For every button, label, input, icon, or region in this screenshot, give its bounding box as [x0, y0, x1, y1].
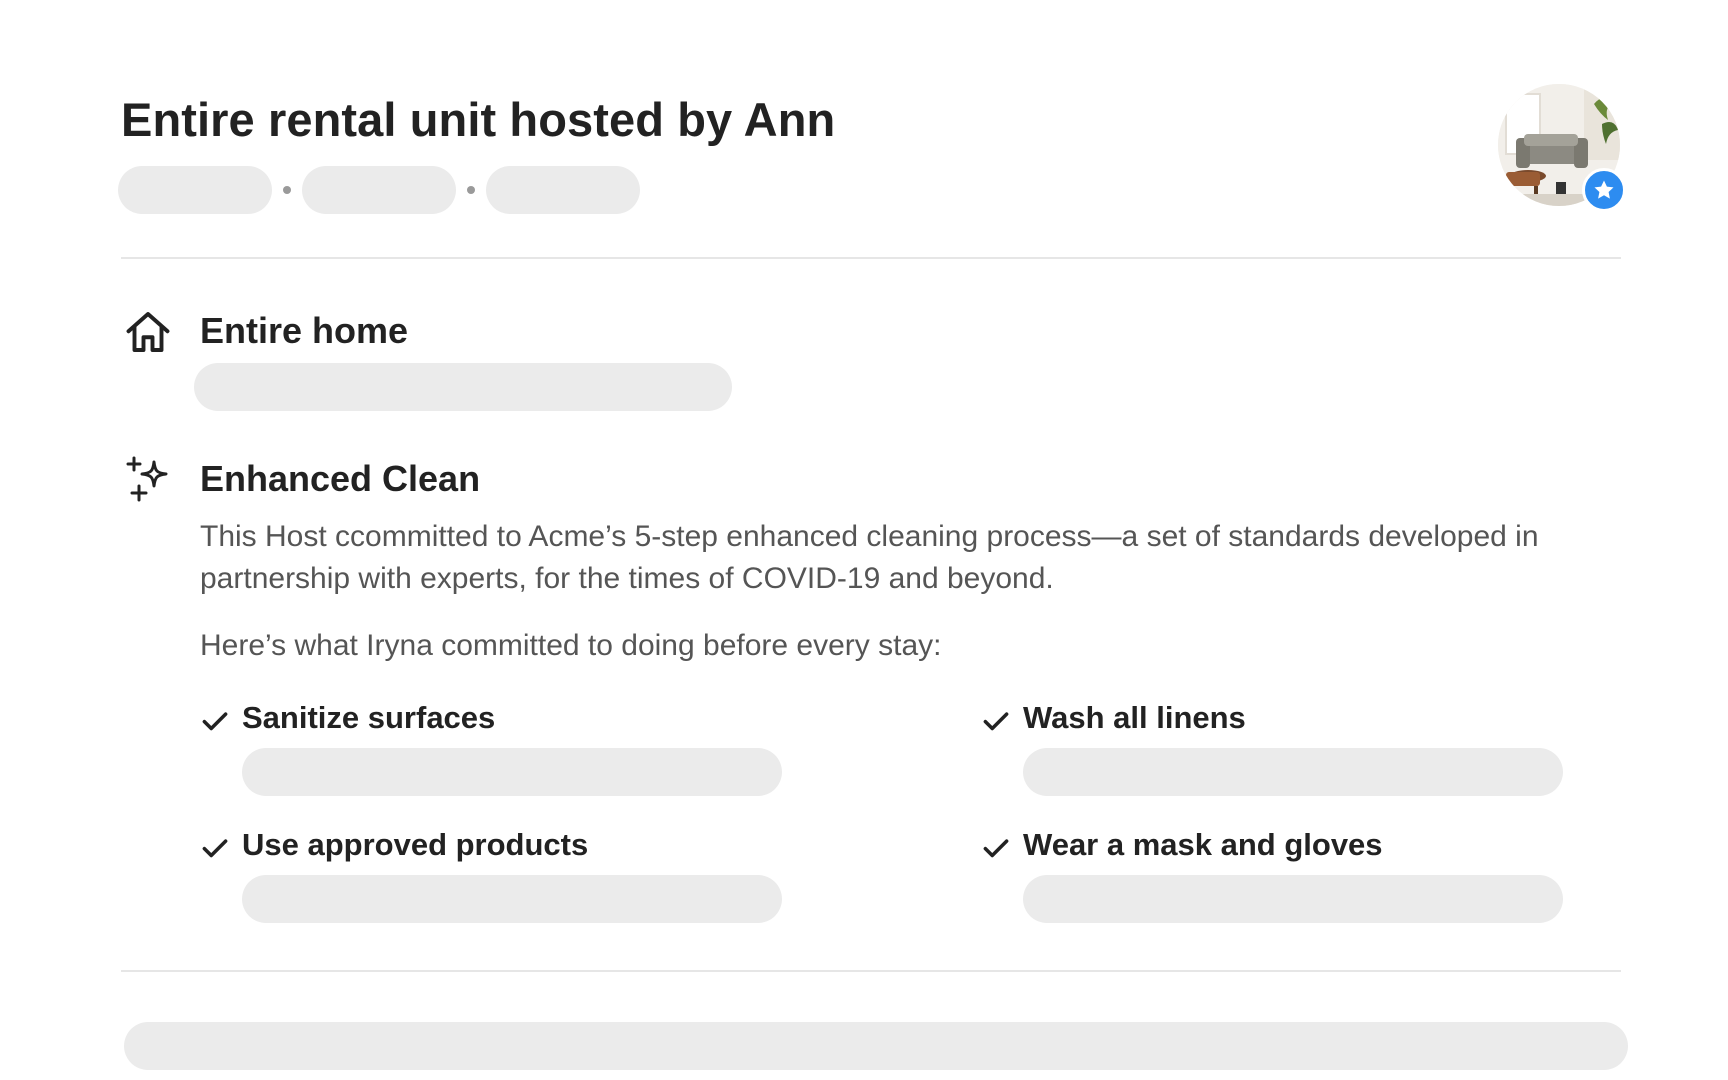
meta-separator-dot — [283, 186, 291, 194]
star-icon — [1594, 180, 1614, 199]
checkmark-icon — [202, 712, 228, 731]
section-divider — [121, 970, 1621, 972]
home-heading: Entire home — [200, 310, 409, 351]
footer-placeholder — [124, 1022, 1628, 1070]
section-divider — [121, 257, 1621, 259]
listing-title: Entire rental unit hosted by Ann — [121, 93, 836, 146]
superhost-badge — [1582, 168, 1626, 212]
commitment-label: Use approved products — [242, 827, 589, 862]
commitment-intro: Here’s what Iryna committed to doing bef… — [200, 629, 942, 662]
home-icon — [126, 312, 170, 352]
commitment-detail-placeholder — [1023, 875, 1563, 923]
checkmark-icon — [983, 839, 1009, 858]
clean-description: This Host ccommitted to Acme’s 5-step en… — [200, 520, 1539, 595]
commitment-detail-placeholder — [242, 748, 782, 796]
clean-heading: Enhanced Clean — [200, 458, 481, 499]
home-description-placeholder — [194, 363, 732, 411]
commitment-label: Wash all linens — [1023, 700, 1246, 735]
commitment-detail-placeholder — [1023, 748, 1563, 796]
commitment-label: Sanitize surfaces — [242, 700, 496, 735]
checkmark-icon — [202, 839, 228, 858]
meta-separator-dot — [467, 186, 475, 194]
listing-meta-row — [118, 166, 640, 214]
commitment-label: Wear a mask and gloves — [1023, 827, 1383, 862]
sparkles-icon — [126, 456, 168, 502]
meta-placeholder-guests — [118, 166, 272, 214]
meta-placeholder-bedrooms — [302, 166, 456, 214]
host-avatar-wrap[interactable] — [1498, 84, 1626, 212]
checkmark-icon — [983, 712, 1009, 731]
meta-placeholder-baths — [486, 166, 640, 214]
listing-page: Entire rental unit hosted by Ann Entire … — [0, 0, 1728, 1080]
commitment-detail-placeholder — [242, 875, 782, 923]
